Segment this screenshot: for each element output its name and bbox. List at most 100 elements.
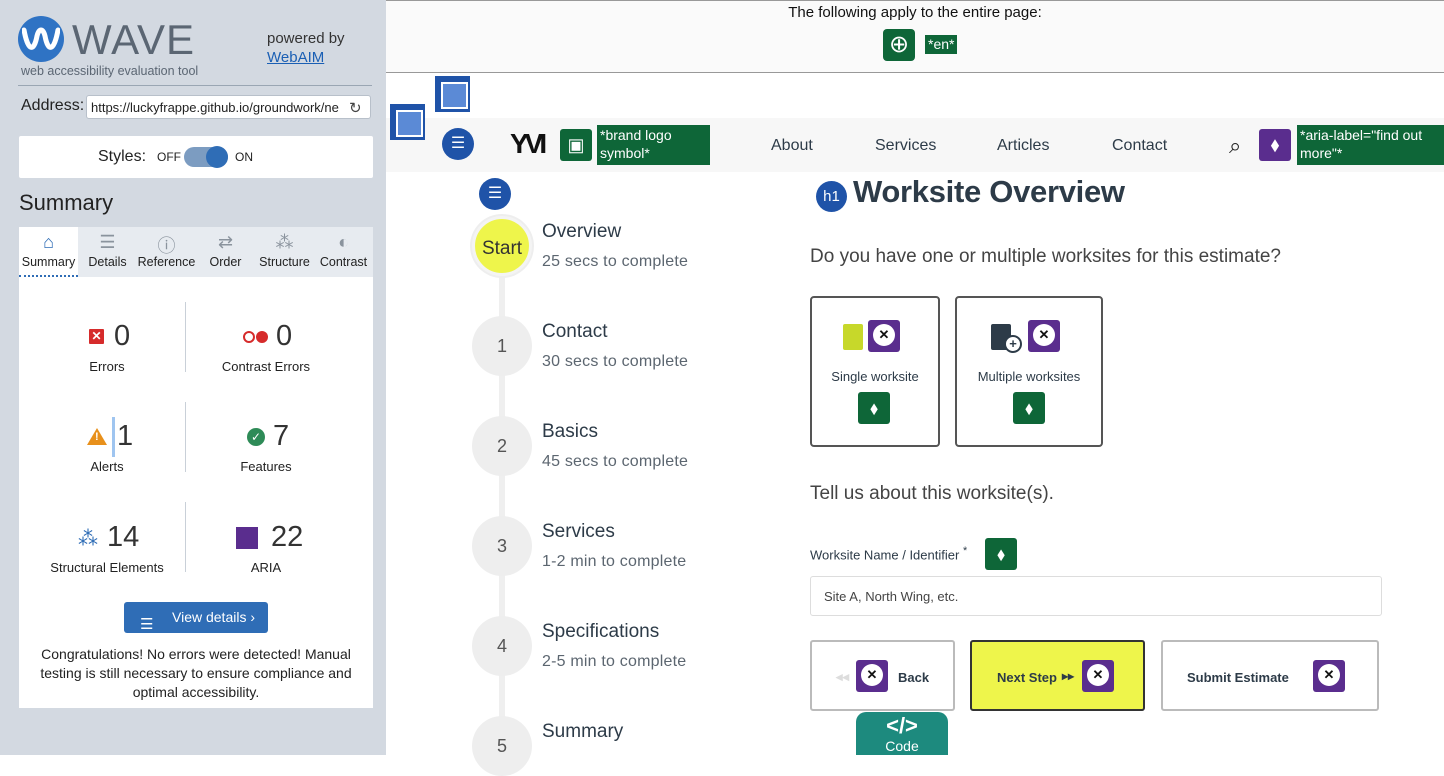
- contrast-count[interactable]: 0: [276, 320, 292, 353]
- alerts-count[interactable]: 1: [117, 420, 133, 453]
- page-level-note: The following apply to the entire page:: [788, 4, 1042, 21]
- home-icon: ⌂: [43, 232, 54, 252]
- css-icon[interactable]: [435, 76, 470, 112]
- brand-logo-icon[interactable]: YVI: [510, 128, 547, 160]
- step-title[interactable]: Overview: [542, 221, 621, 243]
- reload-icon[interactable]: ↻: [349, 99, 362, 117]
- toggle-knob: [206, 146, 228, 168]
- order-icon: ⇄: [217, 232, 234, 252]
- step-badge[interactable]: 4: [472, 616, 532, 676]
- back-button[interactable]: ◂◂ Back: [810, 640, 955, 711]
- wave-logo-icon: [18, 16, 64, 62]
- submit-estimate-button[interactable]: Submit Estimate: [1161, 640, 1379, 711]
- aria-label: ARIA: [250, 560, 282, 575]
- worksite-name-input[interactable]: Site A, North Wing, etc.: [810, 576, 1382, 616]
- aria-error-icon: [856, 660, 888, 692]
- code-toggle-button[interactable]: </> Code: [856, 712, 948, 755]
- nav-services[interactable]: Services: [875, 137, 936, 155]
- step-sub: 2-5 min to complete: [542, 653, 687, 670]
- cursor-highlight: [112, 417, 115, 457]
- list-icon[interactable]: ☰: [442, 128, 474, 160]
- features-count[interactable]: 7: [273, 420, 289, 453]
- wave-tabs: ⌂ Summary ☰ Details ⓘ Reference ⇄ Order …: [19, 227, 373, 277]
- styles-toggle[interactable]: [184, 146, 228, 168]
- next-step-button[interactable]: Next Step ▸▸: [970, 640, 1145, 711]
- document-icon: [843, 324, 863, 350]
- lang-tag: *en*: [925, 35, 958, 54]
- tag-icon[interactable]: ⬧: [1259, 129, 1291, 161]
- step-badge[interactable]: 5: [472, 716, 532, 776]
- webaim-link[interactable]: WebAIM: [267, 49, 324, 66]
- wave-sidebar: WAVE web accessibility evaluation tool p…: [0, 0, 386, 755]
- wave-logo-text: WAVE: [72, 16, 196, 63]
- tag-icon[interactable]: ⬧: [858, 392, 890, 424]
- tab-contrast[interactable]: ◐ Contrast: [314, 227, 373, 277]
- step-title[interactable]: Summary: [542, 721, 623, 743]
- field-label: Worksite Name / Identifier *: [810, 545, 968, 563]
- divider: [18, 85, 372, 86]
- step-badge[interactable]: 1: [472, 316, 532, 376]
- structure-icon: ⁂: [78, 528, 98, 550]
- tab-structure[interactable]: ⁂ Structure: [255, 227, 314, 277]
- features-label: Features: [240, 459, 292, 474]
- divider: [185, 302, 186, 372]
- step-title[interactable]: Contact: [542, 321, 607, 343]
- aria-icon: [236, 527, 258, 549]
- address-input[interactable]: https://luckyfrappe.github.io/groundwork…: [86, 95, 371, 119]
- brand-logo-tag: *brand logo symbol*: [597, 125, 710, 165]
- aria-error-icon[interactable]: [1028, 320, 1060, 352]
- aria-error-icon: [1313, 660, 1345, 692]
- step-title[interactable]: Basics: [542, 421, 598, 443]
- step-title[interactable]: Services: [542, 521, 615, 543]
- summary-heading: Summary: [19, 190, 114, 215]
- tab-reference[interactable]: ⓘ Reference: [137, 227, 196, 277]
- styles-off-label: OFF: [157, 150, 181, 164]
- fast-forward-icon: ▸▸: [1062, 669, 1075, 683]
- powered-by-text: powered by: [267, 30, 345, 47]
- error-icon: ✕: [89, 329, 104, 344]
- step-badge[interactable]: 3: [472, 516, 532, 576]
- divider: [185, 402, 186, 472]
- step-sub: 45 secs to complete: [542, 453, 689, 470]
- congrats-message: Congratulations! No errors were detected…: [40, 646, 352, 700]
- option-label: Single worksite: [831, 369, 919, 384]
- nav-articles[interactable]: Articles: [997, 137, 1049, 155]
- search-icon[interactable]: ⌕: [1229, 133, 1241, 159]
- tab-order[interactable]: ⇄ Order: [196, 227, 255, 277]
- step-sub: 25 secs to complete: [542, 253, 689, 270]
- image-icon[interactable]: ▣: [560, 129, 592, 161]
- option-label: Multiple worksites: [977, 369, 1081, 384]
- view-details-button[interactable]: ☰ View details ›: [124, 602, 268, 633]
- list-icon: ☰: [99, 232, 116, 252]
- tag-icon[interactable]: ⬧: [1013, 392, 1045, 424]
- step-start-badge[interactable]: Start: [472, 216, 532, 276]
- errors-label: Errors: [89, 359, 125, 374]
- wave-tagline: web accessibility evaluation tool: [21, 64, 199, 78]
- address-label: Address:: [21, 97, 85, 114]
- css-icon[interactable]: [390, 104, 425, 140]
- tab-details[interactable]: ☰ Details: [78, 227, 137, 277]
- nav-about[interactable]: About: [771, 137, 813, 155]
- structural-count[interactable]: 14: [107, 521, 139, 554]
- aria-count[interactable]: 22: [271, 521, 303, 554]
- rewind-icon: ◂◂: [836, 669, 850, 684]
- globe-icon[interactable]: ⊕: [883, 29, 915, 61]
- divider: [185, 502, 186, 572]
- h1-icon[interactable]: h1: [816, 181, 847, 212]
- errors-count[interactable]: 0: [114, 320, 130, 353]
- plus-icon: +: [1004, 335, 1022, 353]
- list-icon: ☰: [140, 616, 154, 633]
- tag-icon[interactable]: ⬧: [985, 538, 1017, 570]
- aria-error-icon: [1082, 660, 1114, 692]
- aria-error-icon[interactable]: [868, 320, 900, 352]
- styles-on-label: ON: [235, 150, 253, 164]
- required-marker: *: [962, 545, 968, 557]
- nav-contact[interactable]: Contact: [1112, 137, 1167, 155]
- tab-summary[interactable]: ⌂ Summary: [19, 227, 78, 277]
- page-title: Worksite Overview: [853, 174, 1125, 209]
- step-title[interactable]: Specifications: [542, 621, 659, 643]
- list-icon[interactable]: ☰: [479, 178, 511, 210]
- step-badge[interactable]: 2: [472, 416, 532, 476]
- alerts-label: Alerts: [90, 459, 124, 474]
- code-icon: </>: [886, 713, 918, 738]
